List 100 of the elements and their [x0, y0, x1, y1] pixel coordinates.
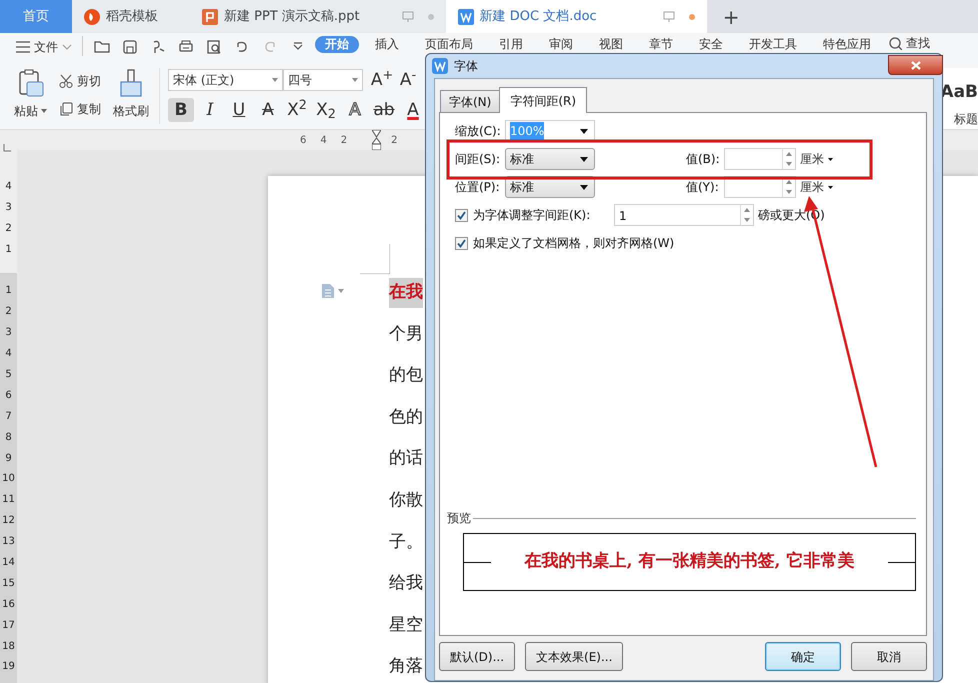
bold-button[interactable]: B [168, 98, 194, 122]
document-text: 色的 [389, 406, 423, 429]
file-menu[interactable]: 文件 [14, 36, 74, 58]
tab-stop-icon[interactable] [3, 144, 11, 152]
copy-icon [59, 102, 73, 116]
document-text: 你散 [389, 489, 423, 512]
search-button[interactable]: 查找 [887, 36, 932, 50]
dialog-button[interactable]: 默认(D)... [439, 642, 516, 671]
italic-button[interactable]: I [197, 98, 223, 122]
ruler-number: 18 [1, 640, 16, 654]
caret-icon [828, 158, 833, 160]
spacing-combo[interactable]: 标准 [505, 148, 595, 170]
underline-button[interactable]: U [226, 98, 252, 122]
ruler-number: 1 [4, 242, 13, 256]
search-icon [889, 36, 902, 50]
checkbox-label[interactable]: 为字体调整字间距(K): [473, 206, 614, 224]
menu-icon [16, 41, 30, 53]
ruler-number: 2 [4, 222, 13, 236]
caret-icon [272, 78, 278, 82]
close-icon [910, 60, 920, 70]
ruler-number: 15 [1, 576, 16, 591]
scissors-icon [59, 74, 73, 88]
menu-tab[interactable]: 引用 [489, 36, 533, 53]
tab[interactable]: 新建 PPT 演示文稿.ppt [190, 0, 446, 33]
checkbox[interactable] [455, 208, 468, 222]
ruler-number: 14 [1, 556, 16, 570]
field-label: 值(Y): [686, 179, 720, 196]
close-button[interactable] [888, 55, 943, 75]
document-text: 在我 [389, 278, 423, 308]
format-painter-button[interactable]: 格式刷 [109, 68, 153, 129]
tab[interactable]: 稻壳模板 [72, 0, 190, 33]
ruler-number: 9 [4, 452, 13, 466]
ruler-number: 10 [1, 472, 16, 486]
menu-tab[interactable]: 安全 [689, 36, 733, 53]
dialog-button[interactable]: 确定 [765, 642, 841, 671]
script-button[interactable]: X$_{2}$ [313, 98, 339, 122]
ruler-number: 17 [1, 618, 16, 633]
ruler-number: 12 [1, 514, 16, 528]
tab[interactable]: 新建 DOC 文档.doc [446, 0, 707, 33]
document-text: 个男 [389, 322, 423, 346]
dialog-button[interactable]: 文本效果(E)... [525, 642, 624, 671]
field-label: 位置(P): [455, 179, 501, 196]
grow-font-button[interactable]: A$^{+}$ [369, 68, 395, 92]
menu-tab[interactable]: 章节 [639, 36, 683, 53]
strikethrough-button[interactable]: A [255, 98, 281, 122]
document-text: 的包 [389, 364, 423, 388]
caret-icon [580, 184, 588, 190]
presentation-icon [202, 8, 218, 24]
ruler-number: 4 [4, 180, 13, 194]
font-size-select[interactable]: 四号 [283, 69, 363, 91]
save-icon[interactable] [122, 39, 138, 55]
ruler-number: 6 [4, 388, 13, 403]
menu-tab[interactable]: 审阅 [539, 36, 583, 53]
caret-icon [828, 186, 833, 188]
dialog-tab[interactable]: 字符间距(R) [499, 87, 588, 113]
caret-icon [580, 156, 588, 162]
menu-tab[interactable]: 插入 [365, 36, 409, 53]
font-select[interactable]: 宋体 (正文) [168, 69, 283, 91]
highlight-button[interactable]: ab [371, 98, 397, 122]
margin-mark [360, 244, 390, 274]
kerning-spinner[interactable]: 1 [614, 204, 754, 226]
ruler-number: 2 [391, 134, 398, 148]
style-preview[interactable]: AaB [940, 80, 978, 106]
ruler-number: 4 [4, 347, 13, 362]
menu-tab[interactable]: 特色应用 [813, 36, 881, 53]
ruler-number: 1 [4, 284, 13, 298]
dialog-button[interactable]: 取消 [851, 642, 927, 671]
menu-tab[interactable]: 视图 [589, 36, 633, 53]
caret-icon [41, 109, 47, 113]
dialog-title: 字体 [454, 58, 478, 75]
checkbox[interactable] [455, 236, 468, 250]
ruler-number: 7 [4, 410, 13, 424]
field-label: 缩放(C): [455, 123, 502, 140]
caret-icon[interactable] [338, 289, 344, 293]
chevron-icon [62, 44, 72, 50]
cut-button[interactable]: 剪切 [57, 70, 103, 92]
script-button[interactable]: X$^{2}$ [284, 98, 310, 122]
ruler-number: 6 [300, 134, 306, 148]
ruler-number: 2 [340, 134, 348, 148]
copy-button[interactable]: 复制 [57, 98, 103, 120]
ruler-number: 11 [1, 493, 16, 508]
section-label: 预览 [447, 510, 471, 527]
preview-text: 在我的书桌上, 有一张精美的书签, 它非常美 [523, 550, 856, 574]
shrink-font-button[interactable]: A$^{-}$ [395, 68, 421, 92]
menu-tab[interactable]: 开发工具 [739, 36, 807, 53]
ruler-number: 19 [1, 660, 16, 674]
menu-tab[interactable]: 页面布局 [415, 36, 483, 53]
checkbox-label[interactable]: 如果定义了文档网格，则对齐网格(W) [473, 234, 674, 252]
unit-dropdown[interactable]: 厘米 [798, 148, 835, 170]
field-label: 值(B): [686, 151, 721, 168]
unit-dropdown[interactable]: 厘米 [798, 176, 835, 198]
check-icon [457, 238, 466, 248]
preview-icon[interactable] [206, 39, 222, 55]
font-color-button[interactable]: A [400, 98, 426, 122]
indent-marker-icon[interactable] [372, 130, 380, 150]
field-label: 间距(S): [455, 151, 502, 168]
paste-icon [16, 68, 44, 98]
dialog-tab[interactable]: 字体(N) [440, 90, 500, 112]
paste-button[interactable]: 粘贴 [10, 68, 51, 129]
folder-icon[interactable] [94, 39, 110, 55]
